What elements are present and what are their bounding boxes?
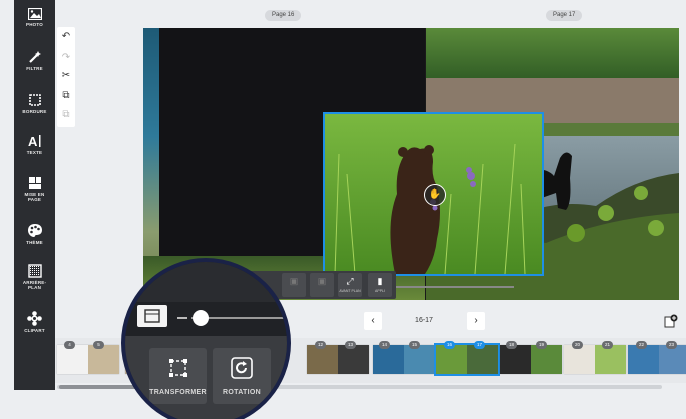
transform-label: TRANSFORMER	[149, 389, 207, 396]
prev-spread-button[interactable]: ‹	[364, 312, 382, 330]
sidebar-item-label: MISE EN PAGE	[24, 192, 45, 202]
crop-button[interactable]	[137, 305, 167, 327]
thumb-page-number: 18	[506, 341, 517, 349]
spread-thumb[interactable]: 18 19	[500, 341, 562, 374]
redo-icon[interactable]: ↷	[60, 52, 72, 64]
sidebar-item-photo[interactable]: PHOTO	[14, 8, 55, 27]
thumb-page-number: 5	[93, 341, 104, 349]
sidebar-item-arriere-plan[interactable]: ARRIÈRE-PLAN	[14, 264, 55, 290]
spread-thumb[interactable]: 45	[57, 341, 119, 374]
next-spread-button[interactable]: ›	[467, 312, 485, 330]
zoom-magnifier: TRANSFORMER ROTATION	[121, 258, 291, 419]
thumb-page-number: 21	[602, 341, 613, 349]
cut-icon[interactable]: ✂	[60, 70, 72, 82]
spread-range-label: 16-17	[415, 317, 433, 324]
thumb-page-number: 12	[315, 341, 326, 349]
sidebar-item-theme[interactable]: THÈME	[14, 223, 55, 245]
avant-plan-button[interactable]: ⤢ AVANT PLAN	[338, 273, 362, 297]
crop-icon	[144, 309, 160, 323]
tool-sidebar: PHOTO FILTRE BORDURE A TEXTE MISE EN PAG…	[14, 0, 55, 390]
layout-icon	[28, 177, 41, 189]
spread-thumb[interactable]: 20 21	[564, 341, 626, 374]
page-label-right: Page 17	[546, 10, 583, 21]
sidebar-item-label: CLIPART	[24, 328, 45, 333]
photobook-editor: PHOTO FILTRE BORDURE A TEXTE MISE EN PAG…	[0, 0, 686, 419]
paste-icon[interactable]: ⧉	[60, 109, 72, 121]
photo-icon	[27, 8, 42, 20]
zoom-slider-knob-magnified[interactable]	[193, 310, 209, 326]
magnifier-background	[125, 262, 287, 302]
undo-icon[interactable]: ↶	[60, 31, 72, 43]
thumb-page-number: 23	[666, 341, 677, 349]
spread-thumb-active[interactable]: 16 17	[434, 341, 500, 376]
edit-toolbar: ↶ ↷ ✂ ⧉ ⧉	[57, 27, 75, 127]
border-icon	[28, 94, 41, 106]
svg-text:A: A	[28, 134, 38, 148]
thumb-page-number: 15	[409, 341, 420, 349]
thumb-page-number: 19	[536, 341, 547, 349]
clipart-icon	[27, 311, 42, 326]
sidebar-item-clipart[interactable]: CLIPART	[14, 311, 55, 333]
thumb-page-number: 4	[64, 341, 75, 349]
bring-forward-button[interactable]: ▣	[310, 273, 334, 297]
sidebar-item-label: FILTRE	[26, 66, 43, 71]
spread-thumb[interactable]: 22 23	[628, 341, 686, 374]
transform-icon	[169, 359, 187, 377]
thumb-page-number: 16	[444, 341, 455, 349]
thumb-page-number: 22	[636, 341, 647, 349]
transform-button[interactable]: TRANSFORMER	[149, 348, 207, 404]
rotation-label: ROTATION	[223, 389, 261, 396]
page-label-left: Page 16	[265, 10, 302, 21]
add-page-icon[interactable]	[664, 314, 678, 328]
sidebar-item-label: PHOTO	[26, 22, 43, 27]
text-icon: A	[28, 134, 40, 148]
sidebar-item-texte[interactable]: A TEXTE	[14, 134, 55, 155]
apply-label: APPLI	[375, 289, 385, 293]
sidebar-item-mise-en-page[interactable]: MISE EN PAGE	[14, 176, 55, 202]
palette-icon	[27, 224, 42, 237]
thumb-page-number: 14	[379, 341, 390, 349]
zoom-slider-track	[380, 286, 514, 288]
apply-button[interactable]: ▮ APPLI	[368, 273, 392, 297]
spread-thumb[interactable]: 12 13	[307, 341, 369, 374]
zoom-minus-icon[interactable]	[177, 317, 187, 319]
thumb-page-number: 20	[572, 341, 583, 349]
avant-plan-label: AVANT PLAN	[339, 289, 361, 293]
sidebar-item-filtre[interactable]: FILTRE	[14, 50, 55, 71]
zoom-slider[interactable]	[380, 283, 514, 290]
rotate-icon	[231, 357, 253, 379]
spread-thumb[interactable]: 14 15	[373, 341, 435, 374]
move-handle-icon[interactable]: ✋	[424, 184, 446, 206]
background-icon	[27, 264, 42, 278]
rotation-button[interactable]: ROTATION	[213, 348, 271, 404]
sidebar-item-bordure[interactable]: BORDURE	[14, 93, 55, 114]
sidebar-item-label: TEXTE	[26, 150, 43, 155]
sidebar-item-label: THÈME	[26, 240, 43, 245]
thumb-page-number: 17	[474, 341, 485, 349]
copy-icon[interactable]: ⧉	[60, 90, 72, 102]
sidebar-item-label: BORDURE	[22, 109, 47, 114]
thumb-page-number: 13	[345, 341, 356, 349]
sidebar-item-label: ARRIÈRE-PLAN	[22, 280, 47, 290]
magic-wand-icon	[28, 51, 41, 63]
